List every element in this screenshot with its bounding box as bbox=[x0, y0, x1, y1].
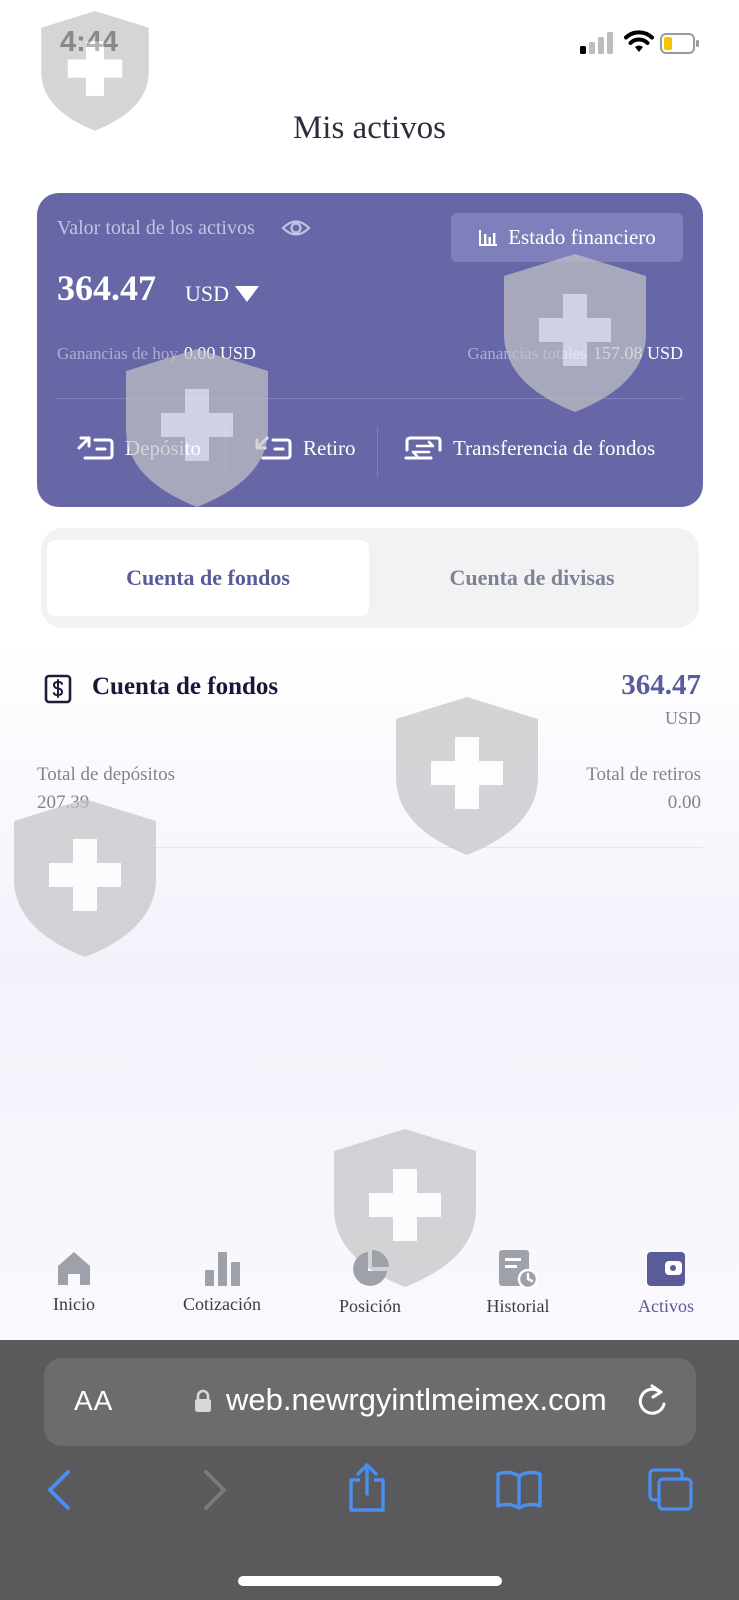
asset-summary-card: Valor total de los activos Estado financ… bbox=[37, 193, 703, 507]
back-arrow-icon[interactable] bbox=[44, 1468, 74, 1512]
browser-toolbar: AA web.newrgyintlmeimex.com bbox=[0, 1340, 739, 1600]
nav-item-quotes[interactable]: Cotización bbox=[152, 1248, 292, 1315]
action-separator bbox=[225, 427, 226, 477]
nav-home-label: Inicio bbox=[53, 1294, 95, 1314]
account-title: Cuenta de fondos bbox=[92, 673, 279, 700]
nav-position-label: Posición bbox=[338, 1296, 401, 1316]
account-tabs: Cuenta de fondos Cuenta de divisas bbox=[41, 528, 699, 628]
tab-currency-account[interactable]: Cuenta de divisas bbox=[371, 540, 693, 616]
text-size-button[interactable]: AA bbox=[74, 1385, 113, 1417]
eye-icon[interactable] bbox=[281, 217, 311, 239]
dollar-document-icon bbox=[44, 674, 72, 704]
pie-chart-icon bbox=[353, 1250, 389, 1286]
total-assets-label: Valor total de los activos bbox=[57, 217, 255, 239]
bookmarks-icon[interactable] bbox=[494, 1468, 544, 1512]
total-deposits-value: 207.39 bbox=[37, 792, 90, 813]
nav-quotes-label: Cotización bbox=[183, 1294, 261, 1314]
wifi-icon bbox=[624, 30, 654, 52]
nav-assets-label: Activos bbox=[638, 1296, 694, 1316]
battery-icon bbox=[660, 33, 699, 54]
action-row: Depósito Retiro Transferencia de fondos bbox=[37, 423, 703, 477]
total-earnings-value: 157.08 USD bbox=[592, 343, 683, 363]
total-earnings-label: Ganancias totales bbox=[467, 344, 587, 363]
status-bar: 4:44 bbox=[0, 0, 739, 88]
bar-chart-icon bbox=[205, 1252, 240, 1286]
financial-statement-button[interactable]: Estado financiero bbox=[451, 213, 683, 262]
withdraw-button[interactable]: Retiro bbox=[253, 423, 356, 473]
account-balance-value: 364.47 bbox=[621, 669, 701, 701]
home-indicator bbox=[238, 1576, 502, 1586]
page-title: Mis activos bbox=[292, 110, 447, 146]
home-icon bbox=[58, 1252, 90, 1285]
status-time: 4:44 bbox=[60, 26, 119, 58]
address-bar[interactable]: AA web.newrgyintlmeimex.com bbox=[44, 1358, 696, 1446]
history-document-icon bbox=[499, 1250, 539, 1290]
url-text: web.newrgyintlmeimex.com bbox=[226, 1382, 607, 1417]
card-divider bbox=[57, 398, 683, 399]
reload-icon[interactable] bbox=[634, 1382, 670, 1420]
today-earnings-value: 0.00 USD bbox=[183, 343, 256, 363]
nav-history-label: Historial bbox=[486, 1296, 550, 1316]
tab-funds-account[interactable]: Cuenta de fondos bbox=[47, 540, 369, 616]
transfer-funds-button[interactable]: Transferencia de fondos bbox=[403, 423, 655, 473]
forward-arrow-icon[interactable] bbox=[200, 1468, 230, 1512]
wallet-icon bbox=[647, 1252, 685, 1286]
total-assets-value: 364.47 bbox=[57, 268, 156, 308]
lock-icon bbox=[195, 1389, 211, 1412]
bar-chart-icon bbox=[479, 229, 498, 246]
currency-label: USD bbox=[185, 281, 230, 306]
account-divider bbox=[37, 847, 703, 848]
transfer-icon bbox=[404, 436, 442, 460]
nav-item-position[interactable]: Posición bbox=[300, 1248, 440, 1317]
account-balance-currency: USD bbox=[664, 708, 701, 728]
tabs-icon[interactable] bbox=[648, 1468, 694, 1512]
shield-watermark-icon bbox=[396, 697, 538, 855]
withdraw-label: Retiro bbox=[303, 435, 356, 460]
total-withdrawals-label: Total de retiros bbox=[586, 764, 701, 785]
nav-item-assets[interactable]: Activos bbox=[596, 1248, 736, 1317]
today-earnings-label: Ganancias de hoy bbox=[57, 344, 178, 363]
nav-item-history[interactable]: Historial bbox=[448, 1248, 588, 1317]
deposit-label: Depósito bbox=[125, 435, 201, 460]
total-earnings: Ganancias totales 157.08 USD bbox=[468, 343, 683, 364]
transfer-funds-label: Transferencia de fondos bbox=[453, 435, 656, 460]
withdraw-icon bbox=[255, 436, 292, 460]
deposit-button[interactable]: Depósito bbox=[75, 423, 201, 473]
deposit-icon bbox=[77, 436, 114, 460]
share-icon[interactable] bbox=[346, 1462, 388, 1514]
shield-watermark-icon bbox=[14, 799, 156, 957]
caret-down-icon bbox=[235, 286, 260, 302]
currency-selector[interactable]: USD bbox=[185, 281, 260, 307]
today-earnings: Ganancias de hoy 0.00 USD bbox=[57, 343, 256, 364]
total-deposits-label: Total de depósitos bbox=[37, 764, 175, 785]
total-withdrawals-value: 0.00 bbox=[667, 792, 701, 813]
financial-statement-label: Estado financiero bbox=[508, 225, 656, 249]
action-separator bbox=[377, 427, 378, 477]
bottom-navigation: Inicio Cotización Posición Historial Act… bbox=[0, 1248, 739, 1340]
cellular-signal-icon bbox=[580, 32, 613, 54]
nav-item-home[interactable]: Inicio bbox=[4, 1248, 144, 1315]
